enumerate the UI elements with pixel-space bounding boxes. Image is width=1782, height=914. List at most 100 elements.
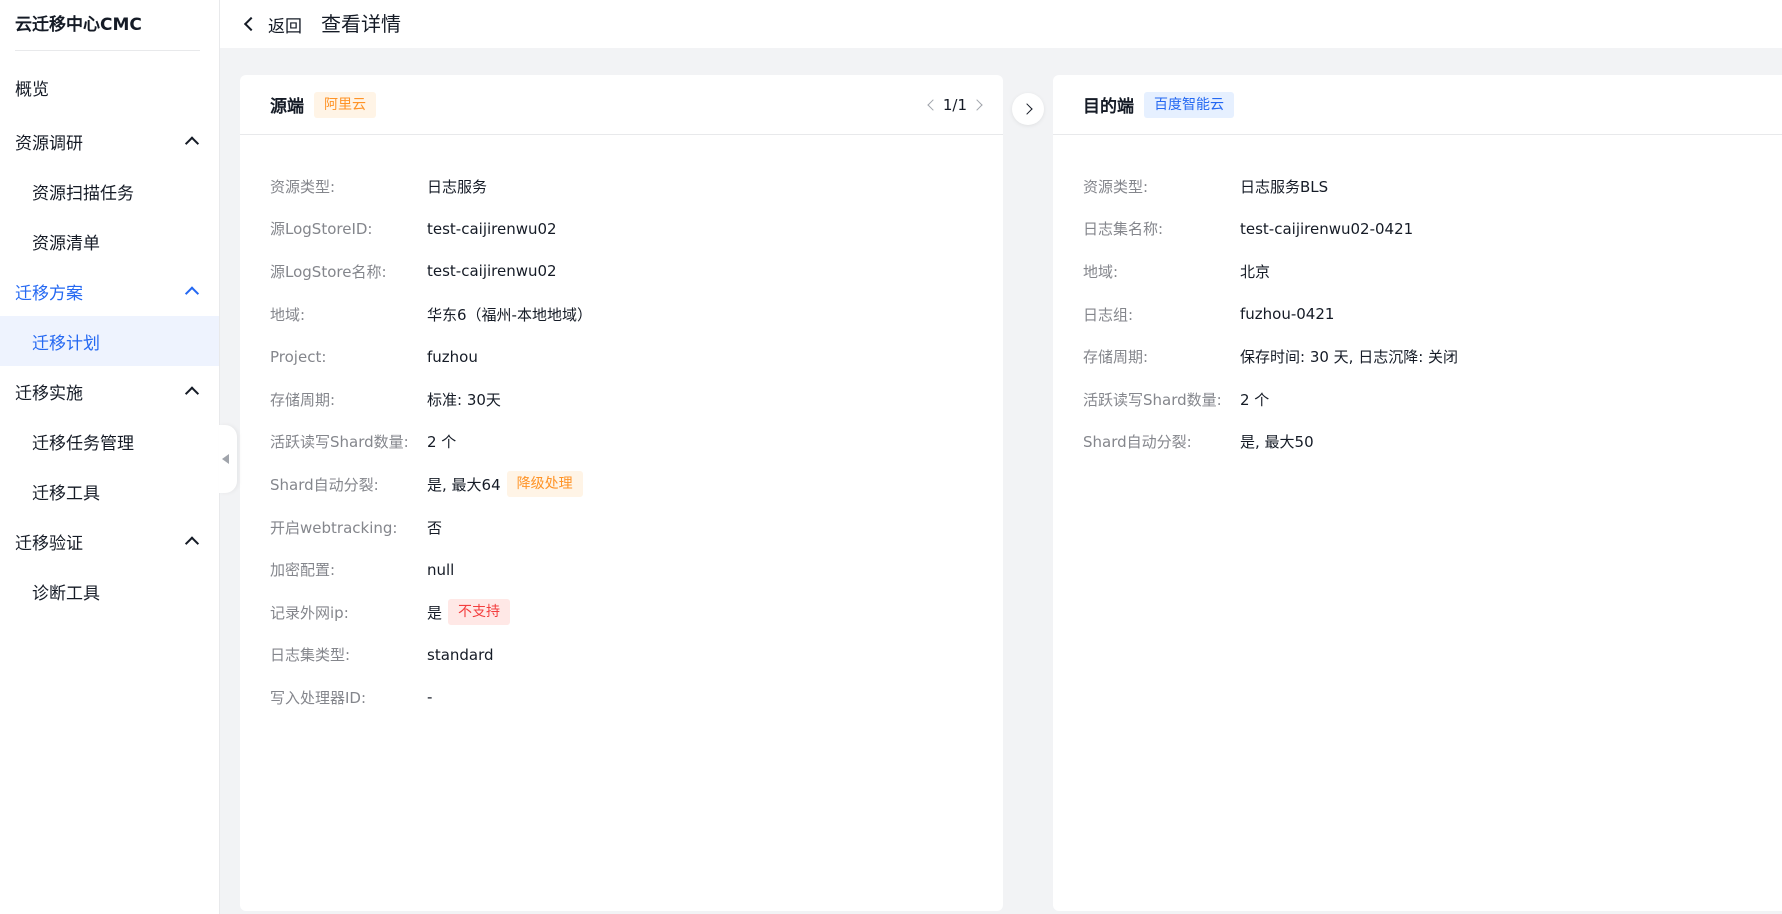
value-text: test-caijirenwu02-0421 [1240,219,1414,238]
chevron-right-icon [1021,103,1033,115]
detail-value: 2 个 [1240,389,1269,410]
back-button[interactable]: 返回 [243,0,302,48]
sidebar-item-label: 迁移方案 [15,283,83,304]
detail-label: 资源类型: [1083,177,1149,196]
detail-row: 存储周期: 保存时间: 30 天, 日志沉降: 关闭 [1083,335,1458,378]
detail-value: test-caijirenwu02 [427,262,557,280]
value-text: 是, 最大50 [1240,433,1314,452]
detail-value: 是, 最大64 降级处理 [427,471,583,498]
detail-value: 2 个 [427,431,456,452]
source-title: 源端 [270,97,304,117]
detail-value: test-caijirenwu02 [427,220,557,238]
source-provider-badge: 阿里云 [314,91,376,118]
chevron-left-icon [243,16,259,32]
detail-row: 写入处理器ID: - [270,676,592,719]
detail-label: 地域: [1083,262,1119,281]
detail-value: 标准: 30天 [427,389,501,410]
detail-label: 加密配置: [270,561,336,580]
detail-label: 存储周期: [270,390,336,409]
pager-prev-icon[interactable] [927,99,939,111]
target-card: 目的端 百度智能云 资源类型: 日志服务BLS 日志集名称: test-caijir… [1053,75,1782,911]
detail-row: 存储周期: 标准: 30天 [270,378,592,421]
detail-value: 北京 [1240,261,1270,282]
detail-label: 写入处理器ID: [270,688,367,707]
detail-row: 记录外网ip: 是不支持 [270,591,592,634]
value-text: 标准: 30天 [427,390,501,409]
detail-row: 资源类型: 日志服务 [270,165,592,208]
sidebar-divider [15,50,200,51]
sidebar-item-label: 迁移计划 [32,333,100,354]
value-text: 2 个 [427,433,457,452]
sidebar-item-migration-task-management[interactable]: 迁移任务管理 [0,416,219,466]
value-text: test-caijirenwu02 [427,262,557,281]
sidebar-item-label: 概览 [15,79,49,100]
unsupported-badge: 不支持 [448,599,511,626]
value-text: - [427,688,433,707]
detail-label: 日志集名称: [1083,220,1164,239]
sidebar-group-migration-plan[interactable]: 迁移方案 [0,266,219,316]
detail-row: 地域: 北京 [1083,250,1458,293]
sidebar-item-label: 迁移验证 [15,533,83,554]
detail-row: Project: fuzhou [270,335,592,378]
page-header: 返回 查看详情 [220,0,1782,48]
detail-row: 地域: 华东6（福州-本地地域） [270,293,592,336]
detail-label: 活跃读写Shard数量: [1083,390,1222,409]
detail-value: 是不支持 [427,599,511,626]
value-text: 日志服务 [427,177,488,196]
target-detail-list: 资源类型: 日志服务BLS 日志集名称: test-caijirenwu02-042… [1083,165,1458,463]
sidebar-group-resource-research[interactable]: 资源调研 [0,116,219,166]
detail-row: 资源类型: 日志服务BLS [1083,165,1458,208]
sidebar-collapse-handle[interactable] [219,425,237,493]
back-label: 返回 [268,16,302,37]
detail-value: standard [427,646,494,664]
value-text: fuzhou-0421 [1240,305,1335,324]
detail-label: 日志集类型: [270,646,351,665]
value-text: 2 个 [1240,390,1270,409]
detail-value: 是, 最大50 [1240,431,1314,452]
detail-row: 开启webtracking: 否 [270,506,592,549]
sidebar-item-migration-tools[interactable]: 迁移工具 [0,466,219,516]
detail-label: 资源类型: [270,177,336,196]
detail-value: 日志服务 [427,176,487,197]
detail-label: 存储周期: [1083,348,1149,367]
value-text: 否 [427,518,443,537]
pager-next-icon[interactable] [971,99,983,111]
detail-row: 源LogStore名称: test-caijirenwu02 [270,250,592,293]
detail-value: fuzhou [427,348,478,366]
detail-row: 活跃读写Shard数量: 2 个 [270,421,592,464]
target-card-header: 目的端 百度智能云 [1053,75,1782,135]
target-provider-badge: 百度智能云 [1144,91,1234,118]
detail-row: 日志组: fuzhou-0421 [1083,293,1458,336]
detail-label: 开启webtracking: [270,518,398,537]
page-title: 查看详情 [321,12,401,36]
detail-label: 源LogStore名称: [270,262,387,281]
detail-value: 日志服务BLS [1240,176,1328,197]
sidebar-item-resource-scan-task[interactable]: 资源扫描任务 [0,166,219,216]
sidebar-item-diagnostic-tools[interactable]: 诊断工具 [0,566,219,616]
sidebar-item-overview[interactable]: 概览 [0,62,219,112]
source-card-header: 源端 阿里云 1/1 [240,75,1003,135]
detail-value: 华东6（福州-本地地域） [427,304,592,325]
source-detail-list: 资源类型: 日志服务 源LogStoreID: test-caijirenwu02 … [270,165,592,719]
sidebar-item-migration-schedule[interactable]: 迁移计划 [0,316,219,366]
detail-row: Shard自动分裂: 是, 最大64 降级处理 [270,463,592,506]
value-text: 华东6（福州-本地地域） [427,305,592,324]
sidebar-item-label: 迁移任务管理 [32,433,134,454]
sidebar-group-migration-verification[interactable]: 迁移验证 [0,516,219,566]
detail-row: 日志集类型: standard [270,634,592,677]
value-text: 北京 [1240,262,1271,281]
detail-value: test-caijirenwu02-0421 [1240,220,1413,238]
value-text: standard [427,645,494,664]
sidebar-item-label: 诊断工具 [32,583,100,604]
detail-value: null [427,561,454,579]
sidebar-group-migration-implementation[interactable]: 迁移实施 [0,366,219,416]
value-text: 是, 最大64 [427,475,501,494]
value-text: test-caijirenwu02 [427,219,557,238]
detail-label: 源LogStoreID: [270,220,373,239]
switch-direction-button[interactable] [1012,93,1044,125]
sidebar-item-resource-list[interactable]: 资源清单 [0,216,219,266]
sidebar: 云迁移中心CMC 概览 资源调研 资源扫描任务 资源清单 迁移方案 迁移计划 迁… [0,0,220,914]
target-title: 目的端 [1083,97,1134,117]
chevron-up-icon [184,286,200,301]
detail-label: 活跃读写Shard数量: [270,433,409,452]
